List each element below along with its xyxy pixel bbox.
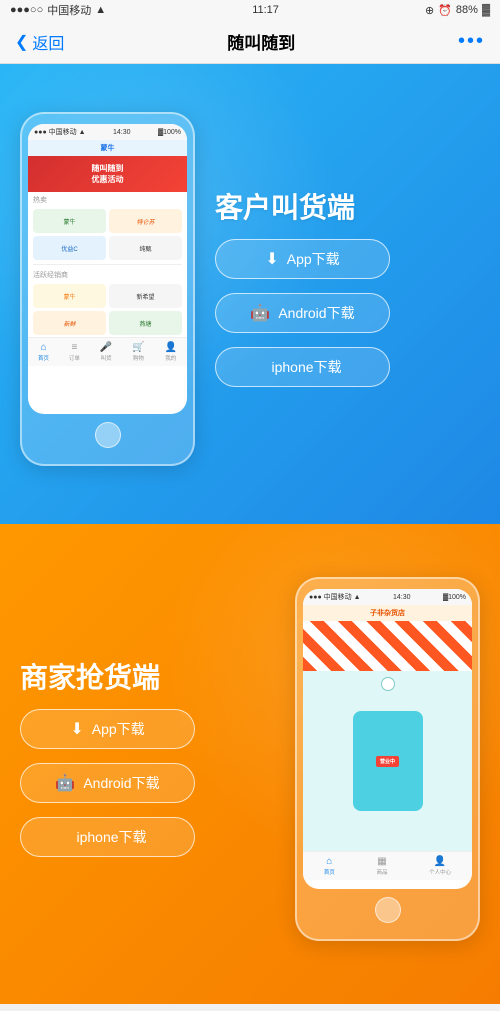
blue-dealer-grid: 蒙牛 新希望 新鲜 燕塘 bbox=[28, 282, 187, 337]
nav-bar: ❮ 返回 随叫随到 ••• bbox=[0, 20, 500, 64]
orange-iphone-download-label: iphone下载 bbox=[76, 827, 146, 847]
brand-item-1: 蒙牛 bbox=[33, 209, 106, 233]
mic-icon: 🎤 bbox=[100, 342, 112, 353]
orange-store-circle bbox=[381, 677, 395, 691]
orange-store-tablet: 营业中 bbox=[353, 711, 423, 811]
orange-android-download-label: Android下载 bbox=[83, 773, 159, 793]
dealer-item-3: 新鲜 bbox=[33, 311, 106, 335]
home-icon: ⌂ bbox=[40, 342, 46, 353]
blue-phone-screen: ●●● 中国移动 ▲ 14:30 ▓100% 蒙牛 随叫随到优惠活动 热卖 蒙牛… bbox=[28, 124, 187, 414]
download-icon-orange: ⬇ bbox=[70, 719, 83, 739]
dealer-item-4: 燕塘 bbox=[109, 311, 182, 335]
blue-bottom-nav: ⌂ 首页 ≡ 订单 🎤 叫货 🛒 购物 👤 我的 bbox=[28, 337, 187, 366]
orange-nav-profile: 👤 个人中心 bbox=[429, 856, 451, 876]
back-label: 返回 bbox=[32, 30, 64, 54]
blue-phone-mockup: ●●● 中国移动 ▲ 14:30 ▓100% 蒙牛 随叫随到优惠活动 热卖 蒙牛… bbox=[20, 112, 195, 466]
blue-app-download-label: App下载 bbox=[287, 249, 340, 269]
signal-dots: ●●●○○ bbox=[10, 4, 43, 16]
dealer-item-1: 蒙牛 bbox=[33, 284, 106, 308]
android-icon: 🤖 bbox=[250, 303, 270, 323]
blue-banner-text: 随叫随到优惠活动 bbox=[92, 163, 124, 185]
brand-item-3: 优益C bbox=[33, 236, 106, 260]
android-icon-orange: 🤖 bbox=[55, 773, 75, 793]
status-bar: ●●●○○ 中国移动 ▲ 11:17 ⊕ ⏰ 88% ▓ bbox=[0, 0, 500, 20]
wifi-icon: ▲ bbox=[95, 4, 106, 16]
orange-phone-screen: ●●● 中国移动 ▲ 14:30 ▓100% 子非杂货店 营业中 ⌂ bbox=[303, 589, 472, 889]
user-icon: 👤 bbox=[165, 342, 177, 353]
orange-phone-status: ●●● 中国移动 ▲ 14:30 ▓100% bbox=[303, 589, 472, 605]
orange-bottom-nav: ⌂ 首页 ▦ 商品 👤 个人中心 bbox=[303, 851, 472, 880]
orange-store-banner bbox=[303, 621, 472, 671]
blue-app-download-button[interactable]: ⬇ App下载 bbox=[215, 239, 390, 279]
brand-item-2: 特仑苏 bbox=[109, 209, 182, 233]
blue-phone-carrier: ●●● 中国移动 ▲ bbox=[34, 127, 86, 137]
cart-icon: 🛒 bbox=[132, 342, 144, 353]
orange-home-button bbox=[375, 897, 401, 923]
blue-app-banner: 随叫随到优惠活动 bbox=[28, 156, 187, 192]
orange-nav-goods: ▦ 商品 bbox=[376, 856, 387, 876]
orange-nav-home: ⌂ 首页 bbox=[324, 856, 335, 876]
more-button[interactable]: ••• bbox=[458, 30, 485, 53]
orange-phone-carrier: ●●● 中国移动 ▲ bbox=[309, 592, 361, 602]
carrier-name: 中国移动 bbox=[47, 2, 91, 18]
status-right: ⊕ ⏰ 88% ▓ bbox=[425, 4, 490, 17]
orange-section-left: 商家抢货端 ⬇ App下载 🤖 Android下载 iphone下载 bbox=[20, 661, 195, 857]
orange-app-download-label: App下载 bbox=[92, 719, 145, 739]
blue-nav-home: ⌂ 首页 bbox=[38, 342, 49, 362]
list-icon: ≡ bbox=[71, 342, 77, 353]
back-button[interactable]: ❮ 返回 bbox=[15, 30, 64, 54]
status-left: ●●●○○ 中国移动 ▲ bbox=[10, 2, 106, 18]
blue-section: ●●● 中国移动 ▲ 14:30 ▓100% 蒙牛 随叫随到优惠活动 热卖 蒙牛… bbox=[0, 64, 500, 524]
page-title: 随叫随到 bbox=[227, 29, 295, 54]
chevron-left-icon: ❮ bbox=[15, 32, 28, 52]
blue-active-label: 活跃经销商 bbox=[28, 267, 187, 282]
dealer-item-2: 新希望 bbox=[109, 284, 182, 308]
blue-phone-time: 14:30 bbox=[113, 129, 131, 136]
blue-brand-grid: 蒙牛 特仑苏 优益C 纯甄 bbox=[28, 207, 187, 262]
blue-hot-label: 热卖 bbox=[28, 192, 187, 207]
orange-app-download-button[interactable]: ⬇ App下载 bbox=[20, 709, 195, 749]
blue-iphone-download-label: iphone下载 bbox=[271, 357, 341, 377]
orange-store-body: 营业中 bbox=[303, 671, 472, 851]
download-icon: ⬇ bbox=[265, 249, 278, 269]
blue-home-button bbox=[95, 422, 121, 448]
orange-home-icon: ⌂ bbox=[326, 856, 332, 867]
orange-android-download-button[interactable]: 🤖 Android下载 bbox=[20, 763, 195, 803]
blue-nav-order: ≡ 订单 bbox=[69, 342, 80, 362]
orange-heading: 商家抢货端 bbox=[20, 661, 195, 695]
blue-nav-me: 👤 我的 bbox=[165, 342, 177, 362]
orange-profile-icon: 👤 bbox=[434, 856, 446, 867]
blue-android-download-label: Android下载 bbox=[278, 303, 354, 323]
blue-android-download-button[interactable]: 🤖 Android下载 bbox=[215, 293, 390, 333]
alarm-icon: ⏰ bbox=[438, 4, 452, 17]
blue-heading: 客户叫货端 bbox=[215, 191, 355, 225]
orange-iphone-download-button[interactable]: iphone下载 bbox=[20, 817, 195, 857]
blue-iphone-download-button[interactable]: iphone下载 bbox=[215, 347, 390, 387]
location-icon: ⊕ bbox=[425, 4, 434, 17]
orange-status-badge: 营业中 bbox=[376, 756, 399, 767]
blue-section-right: 客户叫货端 ⬇ App下载 🤖 Android下载 iphone下载 bbox=[195, 191, 480, 387]
status-time: 11:17 bbox=[252, 4, 279, 16]
battery-icon: ▓ bbox=[482, 4, 490, 16]
battery-level: 88% bbox=[456, 4, 478, 16]
blue-divider bbox=[33, 264, 182, 265]
orange-phone-battery: ▓100% bbox=[443, 594, 466, 601]
blue-nav-mic: 🎤 叫货 bbox=[100, 342, 112, 362]
orange-app-header: 子非杂货店 bbox=[303, 605, 472, 621]
orange-store-title: 子非杂货店 bbox=[370, 610, 405, 617]
orange-section: 商家抢货端 ⬇ App下载 🤖 Android下载 iphone下载 ●●● 中… bbox=[0, 524, 500, 1004]
blue-nav-cart: 🛒 购物 bbox=[132, 342, 144, 362]
blue-phone-status: ●●● 中国移动 ▲ 14:30 ▓100% bbox=[28, 124, 187, 140]
orange-phone-mockup: ●●● 中国移动 ▲ 14:30 ▓100% 子非杂货店 营业中 ⌂ bbox=[295, 577, 480, 941]
blue-phone-battery: ▓100% bbox=[158, 129, 181, 136]
orange-goods-icon: ▦ bbox=[377, 856, 386, 867]
brand-item-4: 纯甄 bbox=[109, 236, 182, 260]
blue-app-header: 蒙牛 bbox=[28, 140, 187, 156]
orange-phone-time: 14:30 bbox=[393, 594, 411, 601]
